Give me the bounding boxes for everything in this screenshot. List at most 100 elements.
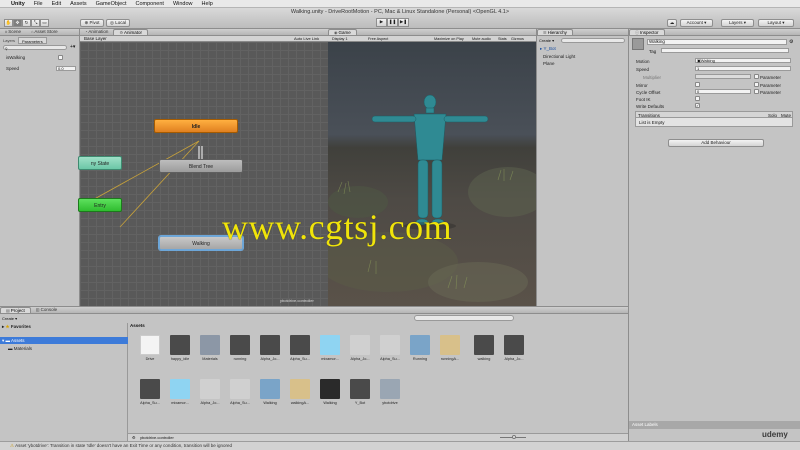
layers-dropdown[interactable]: Layers ▾	[721, 19, 754, 27]
asset-walking-scene[interactable]: Walking	[318, 379, 342, 409]
asset-y-bot[interactable]: Y_Bot	[348, 379, 372, 409]
rotate-tool-icon[interactable]: ↻	[22, 19, 31, 27]
asset-alpha-su-2[interactable]: Alpha_Su...	[378, 335, 402, 365]
menu-component[interactable]: Component	[136, 1, 164, 7]
favorites-item[interactable]: ▸ ★ Favorites	[2, 324, 31, 330]
project-create-dropdown[interactable]: Create ▾	[2, 316, 17, 321]
asset-walking-clip[interactable]: Walking	[258, 379, 282, 409]
mirror-parameter-checkbox[interactable]	[754, 82, 759, 87]
animator-icon: ⚙	[119, 29, 124, 35]
tab-parameters[interactable]: Parameters	[18, 37, 47, 44]
hand-tool-icon[interactable]: ✋	[4, 19, 13, 27]
foot-ik-label: Foot IK	[636, 97, 651, 102]
menu-edit[interactable]: Edit	[52, 1, 61, 7]
layout-dropdown[interactable]: Layout ▾	[758, 19, 794, 27]
asset-alpha-jo-2[interactable]: Alpha_Jo...	[348, 335, 372, 365]
tab-asset-store[interactable]: ⌂ Asset Store	[26, 29, 63, 35]
asset-running-avatar[interactable]: runningA...	[438, 335, 462, 365]
asset-alpha-jo-1[interactable]: Alpha_Jo...	[258, 335, 282, 365]
menu-help[interactable]: Help	[202, 1, 213, 7]
inspector-settings-icon[interactable]: ⚙	[789, 39, 793, 45]
tab-inspector-label: Inspector	[640, 29, 659, 35]
menu-window[interactable]: Window	[173, 1, 193, 7]
hierarchy-item-ybot[interactable]: ▸ Y_Bot	[540, 46, 556, 52]
asset-labels-bar[interactable]: Asset Labels	[629, 421, 800, 429]
state-any-state[interactable]: ny State	[78, 156, 122, 170]
menu-gameobject[interactable]: GameObject	[96, 1, 127, 7]
tab-animator[interactable]: ⚙ Animator	[113, 29, 149, 35]
hierarchy-search-input[interactable]	[561, 38, 625, 43]
asset-running-clip[interactable]: Running	[408, 335, 432, 365]
step-button[interactable]: ▶❚	[398, 18, 409, 27]
asset-alpha-su-3[interactable]: Alpha_Su...	[138, 379, 162, 409]
asset-happy-idle[interactable]: happy_idle	[168, 335, 192, 365]
multiplier-field[interactable]	[695, 74, 751, 79]
project-search-input[interactable]	[414, 315, 514, 321]
tab-layers[interactable]: Layers	[0, 37, 18, 44]
layout-label: Layout	[767, 20, 781, 25]
tab-animation[interactable]: ◔ Animation	[80, 29, 113, 35]
pivot-toggle[interactable]: ⊕ Pivot	[80, 19, 104, 27]
asset-mixamorig-2[interactable]: mixamor...	[168, 379, 192, 409]
asset-walking-avatar[interactable]: walkingA...	[288, 379, 312, 409]
multiplier-parameter-checkbox[interactable]	[754, 74, 759, 79]
mirror-checkbox[interactable]	[695, 82, 700, 87]
speed-field[interactable]: 1	[695, 66, 791, 71]
toolbar: Walking.unity - DriveRootMotion - PC, Ma…	[0, 8, 800, 29]
parameter-search-input[interactable]: ⚲	[3, 45, 67, 51]
motion-field[interactable]: ▣Walking	[695, 58, 791, 63]
local-toggle[interactable]: ◎ Local	[106, 19, 130, 27]
cloud-icon[interactable]: ☁	[667, 19, 677, 27]
animator-panel: ◔ Animation ⚙ Animator Base Layer Auto Liv…	[78, 29, 328, 306]
add-behaviour-button[interactable]: Add Behaviour	[668, 139, 764, 147]
asset-label: Alpha_Su...	[140, 401, 160, 405]
game-viewport[interactable]	[328, 42, 536, 306]
menu-assets[interactable]: Assets	[70, 1, 87, 7]
tab-scene[interactable]: # Scene	[0, 29, 26, 35]
write-defaults-checkbox[interactable]: ✓	[695, 103, 700, 108]
asset-drive[interactable]: Drive	[138, 335, 162, 365]
play-button[interactable]: ▶	[376, 18, 387, 27]
scale-tool-icon[interactable]: ⤡	[31, 19, 40, 27]
state-name-field[interactable]: Walking	[647, 39, 787, 45]
asset-running[interactable]: running	[228, 335, 252, 365]
pause-button[interactable]: ❚❚	[387, 18, 398, 27]
move-tool-icon[interactable]: ✥	[13, 19, 22, 27]
state-entry[interactable]: Entry	[78, 198, 122, 212]
asset-alpha-jo-4[interactable]: Alpha_Jo...	[198, 379, 222, 409]
menu-file[interactable]: File	[34, 1, 43, 7]
tab-game[interactable]: ◉ Game	[328, 29, 357, 35]
tab-console[interactable]: ▥ Console	[31, 307, 62, 313]
asset-walking[interactable]: walking	[472, 335, 496, 365]
state-idle[interactable]: Idle	[154, 119, 238, 133]
tab-hierarchy[interactable]: ☰ Hierarchy	[537, 29, 573, 35]
asset-mixamorig-1[interactable]: mixamor...	[318, 335, 342, 365]
materials-folder[interactable]: ▬ Materials	[8, 346, 32, 351]
asset-materials[interactable]: Materials	[198, 335, 222, 365]
project-panel: ▤ Project ▥ Console Create ▾ ▸ ★ Favorites…	[0, 306, 628, 442]
asset-alpha-su-1[interactable]: Alpha_Su...	[288, 335, 312, 365]
hierarchy-create-dropdown[interactable]: Create ▾	[539, 38, 554, 43]
project-breadcrumb[interactable]: Assets	[130, 323, 145, 328]
tab-project[interactable]: ▤ Project	[0, 307, 31, 313]
assets-folder-row[interactable]: ▾ ▬ Assets	[0, 337, 128, 344]
tag-field[interactable]	[661, 48, 789, 53]
asset-alpha-su-4[interactable]: Alpha_Su...	[228, 379, 252, 409]
state-blend-tree[interactable]: Blend Tree	[159, 159, 243, 173]
rect-tool-icon[interactable]: ▭	[40, 19, 49, 27]
tab-inspector[interactable]: ⓘ Inspector	[629, 29, 665, 35]
cycle-offset-field[interactable]: 0	[695, 89, 751, 94]
hierarchy-item-directional-light[interactable]: Directional Light	[543, 54, 575, 59]
asset-alpha-jo-3[interactable]: Alpha_Jo...	[502, 335, 526, 365]
menu-app[interactable]: Unity	[11, 1, 25, 7]
asset-ybotdrive[interactable]: ybotdrive	[378, 379, 402, 409]
slider-handle[interactable]	[512, 435, 516, 439]
foot-ik-checkbox[interactable]	[695, 96, 700, 101]
account-dropdown[interactable]: Account ▾	[680, 19, 713, 27]
cycle-offset-parameter-checkbox[interactable]	[754, 89, 759, 94]
hierarchy-item-plane[interactable]: Plane	[543, 61, 555, 66]
state-machine-graph[interactable]: Idle ny State Blend Tree Entry Walking y…	[78, 42, 328, 306]
add-parameter-button[interactable]: +▾	[70, 45, 77, 50]
param-speed-field[interactable]: 0.0	[56, 66, 76, 71]
param-iswalking-checkbox[interactable]	[58, 55, 63, 60]
